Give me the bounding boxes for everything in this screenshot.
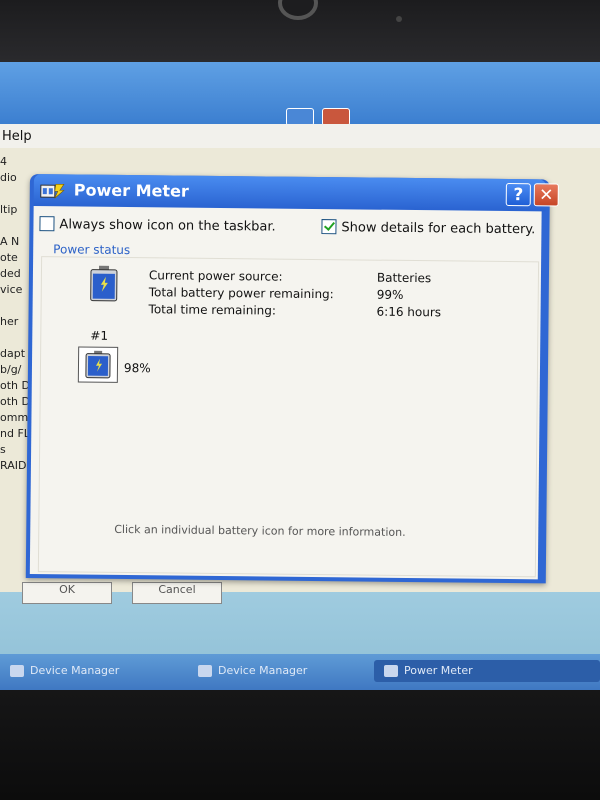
battery-number: #1	[90, 328, 109, 343]
ok-button[interactable]: OK	[22, 582, 112, 604]
total-time-remaining-label: Total time remaining:	[148, 302, 277, 318]
power-meter-icon	[40, 183, 65, 199]
taskbar-item-device-manager[interactable]: Device Manager	[0, 660, 168, 682]
taskbar: Device Manager Device Manager Power Mete…	[0, 654, 600, 690]
battery-1-button[interactable]	[77, 346, 119, 383]
power-meter-dialog: Power Meter ? ✕ Always show icon on the …	[25, 174, 559, 584]
help-button[interactable]: ?	[505, 182, 531, 207]
dialog-titlebar[interactable]: Power Meter ? ✕	[33, 174, 559, 212]
power-meter-icon	[384, 665, 398, 677]
show-details-option[interactable]: Show details for each battery.	[321, 219, 535, 237]
power-status-labels: Current power source: Total battery powe…	[148, 267, 334, 320]
dialog-title: Power Meter	[73, 180, 189, 201]
show-details-checkbox[interactable]	[321, 219, 337, 235]
power-status-values: Batteries 99% 6:16 hours	[376, 270, 442, 322]
taskbar-item-label: Device Manager	[30, 664, 120, 677]
taskbar-item-device-manager-2[interactable]: Device Manager	[188, 660, 356, 682]
total-time-remaining-value: 6:16 hours	[376, 304, 442, 320]
total-power-remaining-value: 99%	[376, 287, 404, 302]
taskbar-item-label: Device Manager	[218, 664, 308, 677]
battery-icon	[85, 350, 111, 379]
cancel-button[interactable]: Cancel	[132, 582, 222, 604]
show-details-label[interactable]: Show details for each battery.	[341, 220, 535, 237]
background-window-titlebar	[0, 62, 600, 126]
battery-icon	[90, 265, 118, 302]
power-status-title: Power status	[53, 242, 131, 258]
screen: Help 4 dio ltip A N ote ded vice her dap…	[0, 62, 600, 690]
close-button[interactable]: ✕	[533, 183, 559, 207]
menu-bar: Help	[0, 124, 600, 148]
monitor-bezel-bottom	[0, 690, 600, 800]
always-show-icon-option[interactable]: Always show icon on the taskbar.	[39, 216, 276, 235]
dialog-client: Always show icon on the taskbar. Show de…	[29, 206, 542, 580]
taskbar-item-power-meter[interactable]: Power Meter	[374, 660, 600, 682]
current-power-source-label: Current power source:	[148, 268, 283, 284]
menu-help[interactable]: Help	[2, 129, 32, 144]
device-manager-icon	[198, 665, 212, 677]
battery-1-percent: 98%	[123, 360, 151, 376]
device-manager-icon	[10, 665, 24, 677]
total-power-remaining-label: Total battery power remaining:	[148, 285, 334, 302]
tree-item[interactable]: 4	[0, 154, 36, 170]
webcam-icon	[278, 0, 318, 20]
current-power-source-value: Batteries	[376, 270, 432, 286]
taskbar-item-label: Power Meter	[404, 664, 473, 677]
always-show-icon-checkbox[interactable]	[39, 216, 55, 232]
monitor-bezel-top	[0, 0, 600, 62]
sensor-icon	[396, 16, 402, 22]
always-show-icon-label[interactable]: Always show icon on the taskbar.	[59, 217, 275, 234]
